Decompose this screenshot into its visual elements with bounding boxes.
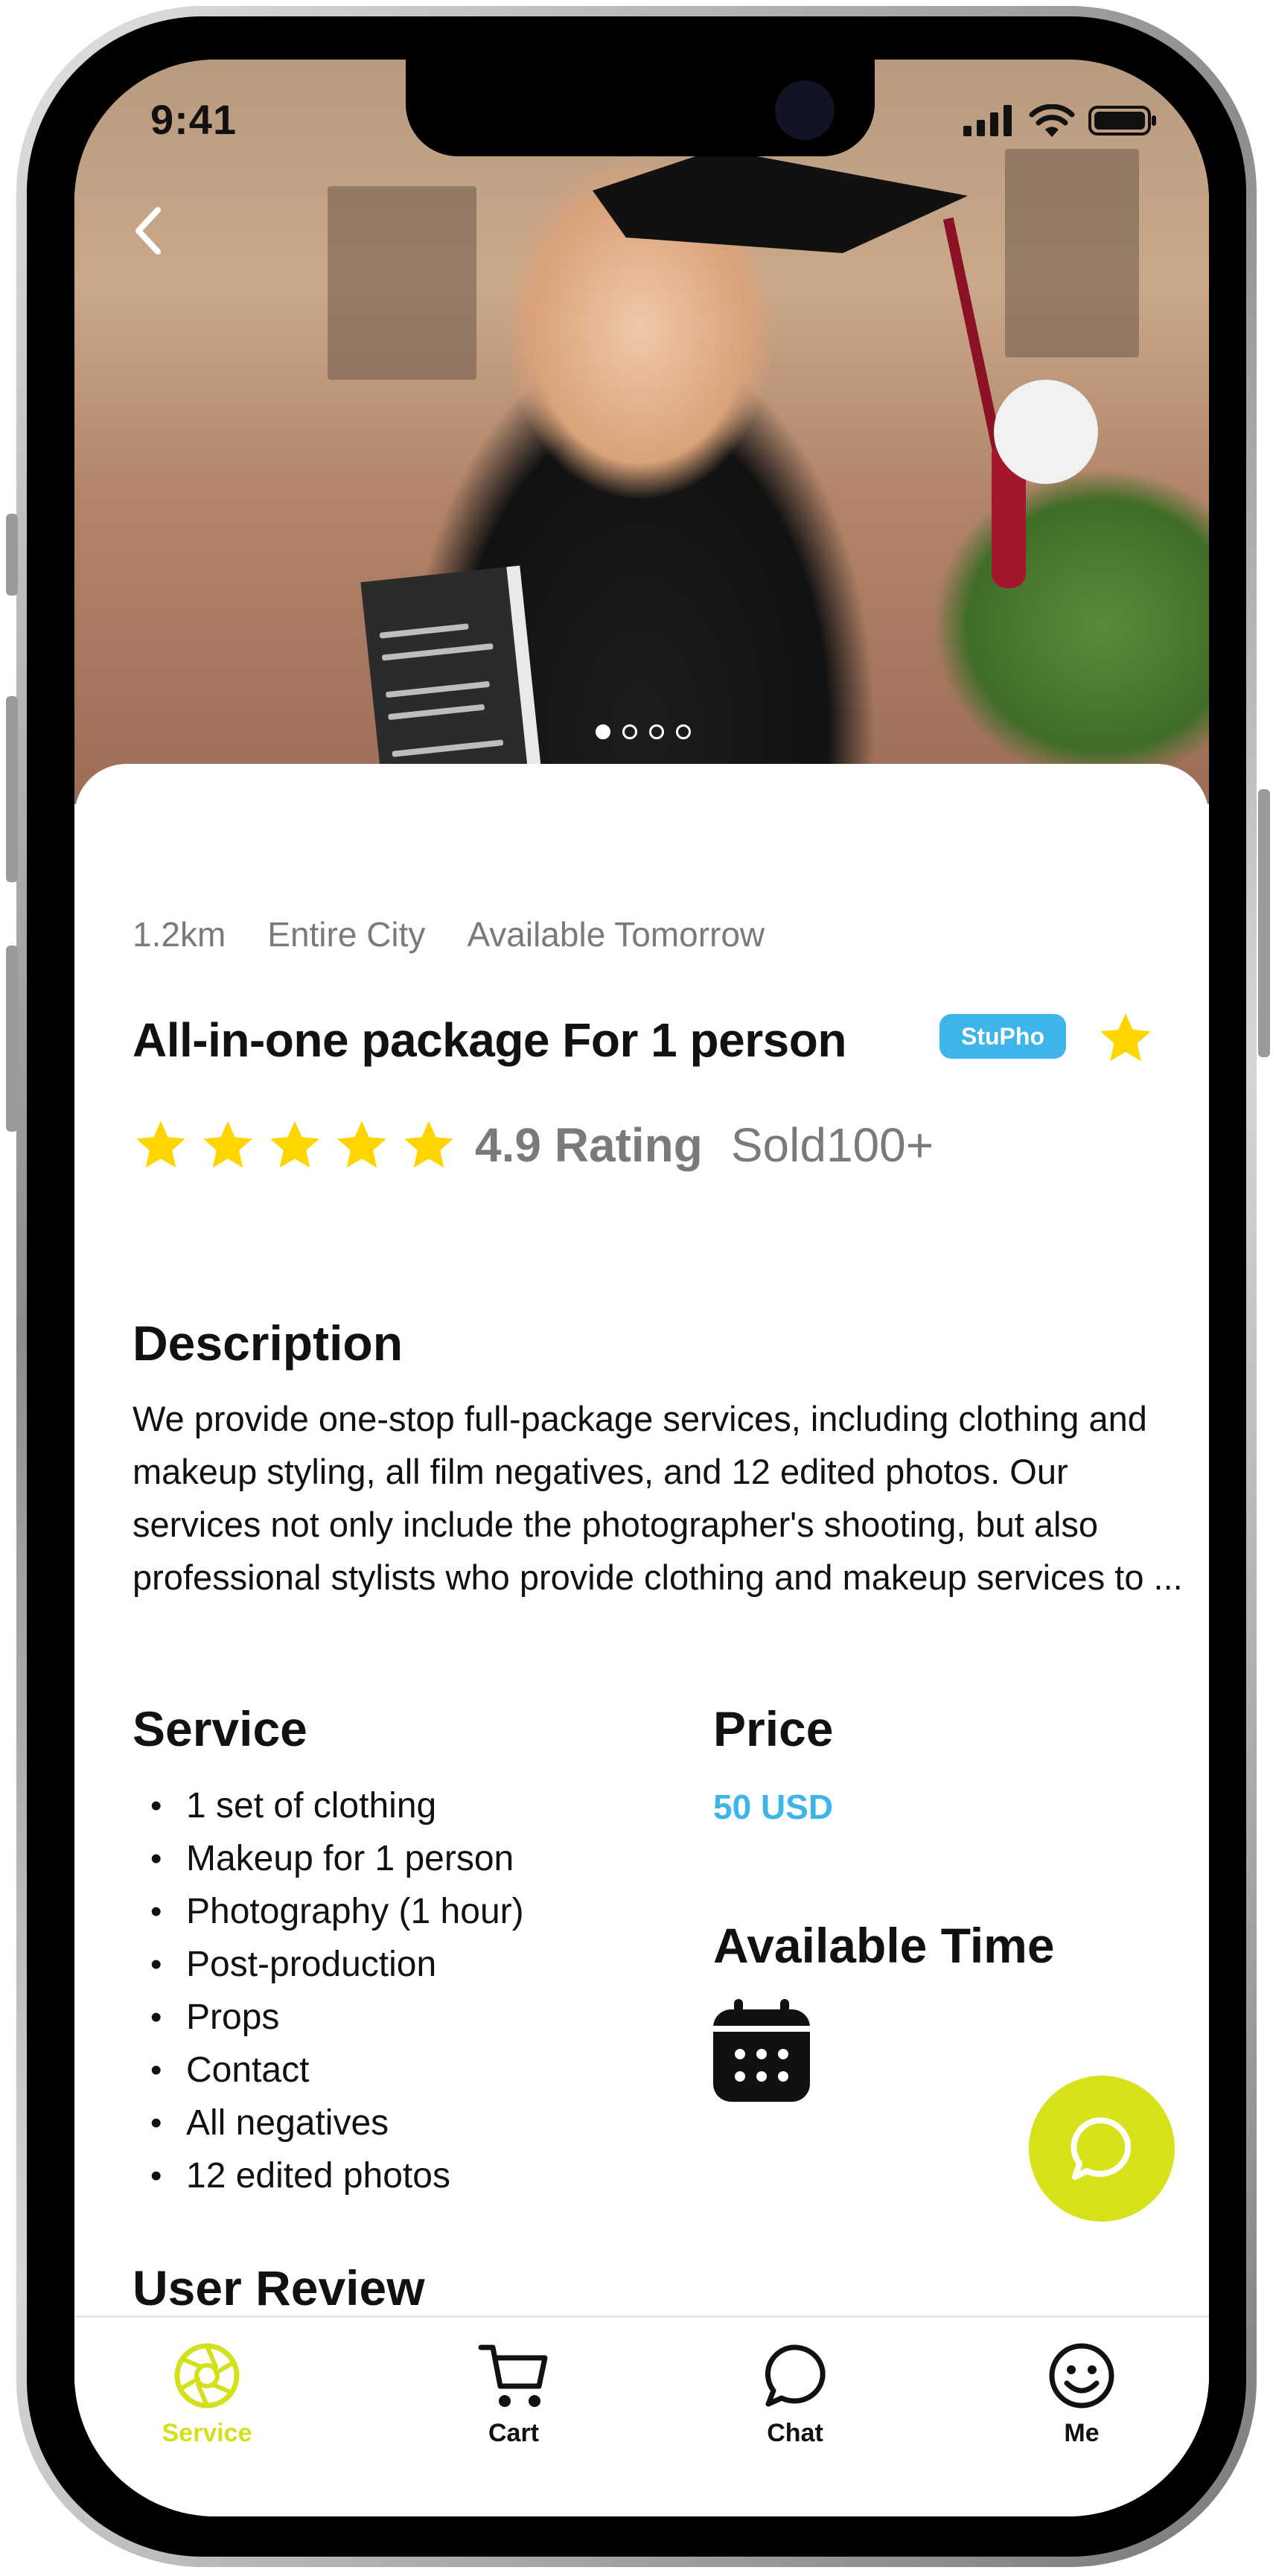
nav-label-cart: Cart — [488, 2419, 540, 2447]
area-label: Entire City — [267, 915, 426, 954]
favorite-star-icon[interactable] — [1097, 1009, 1155, 1067]
cart-icon — [478, 2344, 548, 2407]
bottom-nav: Service Cart Chat Me — [74, 2315, 1209, 2516]
book-text-line — [388, 704, 485, 721]
list-item: 12 edited photos — [150, 2149, 524, 2202]
available-time-heading: Available Time — [713, 1918, 1055, 1973]
book-text-line — [392, 739, 504, 757]
provider-badge[interactable]: StuPho — [939, 1014, 1066, 1059]
building-window — [1005, 149, 1139, 357]
calendar-icon[interactable] — [712, 1999, 811, 2103]
nav-item-chat[interactable]: Chat — [713, 2340, 877, 2448]
building-window — [328, 186, 476, 380]
carousel-dots — [596, 724, 691, 739]
service-meta: 1.2km Entire City Available Tomorrow — [133, 914, 765, 954]
distance-label: 1.2km — [133, 915, 226, 954]
lamp-globe — [994, 380, 1098, 484]
user-review-heading: User Review — [133, 2260, 425, 2315]
nav-label-chat: Chat — [767, 2419, 823, 2447]
cap-tassel — [942, 217, 1004, 453]
book-text-line — [379, 623, 469, 639]
list-item: All negatives — [150, 2097, 524, 2149]
hero-photo[interactable] — [74, 60, 1209, 812]
star-icon — [337, 1120, 386, 1168]
price-value: 50 USD — [713, 1788, 834, 1826]
star-icon — [136, 1120, 185, 1168]
camera-aperture-icon — [174, 2343, 240, 2408]
notch — [406, 60, 875, 156]
service-list: 1 set of clothing Makeup for 1 person Ph… — [150, 1779, 524, 2202]
list-item: 1 set of clothing — [150, 1779, 524, 1832]
availability-label: Available Tomorrow — [467, 915, 765, 954]
star-icon — [203, 1120, 252, 1168]
volume-up-button — [6, 696, 18, 882]
app-screen: 9:41 1.2km Entire City Available Tomorro… — [74, 60, 1209, 2516]
star-icon — [270, 1120, 319, 1168]
chat-bubble-icon — [1071, 2117, 1132, 2180]
price-heading: Price — [713, 1701, 834, 1756]
list-item: Makeup for 1 person — [150, 1832, 524, 1885]
status-time: 9:41 — [150, 96, 237, 143]
status-icons — [963, 104, 1157, 137]
chat-fab-button[interactable] — [1029, 2076, 1175, 2222]
power-button — [1258, 789, 1270, 1057]
nav-item-me[interactable]: Me — [1000, 2340, 1164, 2448]
rating-row: 4.9 Rating Sold100+ — [133, 1117, 934, 1173]
list-item: Post-production — [150, 1938, 524, 1991]
service-title: All-in-one package For 1 person — [133, 1013, 846, 1067]
battery-icon — [1088, 106, 1156, 136]
sold-count: Sold100+ — [730, 1118, 934, 1172]
smiley-icon — [1049, 2343, 1114, 2408]
star-icon — [404, 1120, 453, 1168]
list-item: Props — [150, 1991, 524, 2044]
carousel-dot[interactable] — [622, 724, 637, 739]
volume-down-button — [6, 946, 18, 1132]
back-arrow-icon[interactable] — [127, 201, 171, 261]
graduation-cap — [593, 149, 968, 253]
front-camera — [775, 80, 835, 140]
wifi-icon — [1029, 104, 1075, 137]
description-text: We provide one-stop full-package service… — [133, 1399, 1183, 1597]
carousel-dot[interactable] — [596, 724, 610, 739]
carousel-dot[interactable] — [649, 724, 664, 739]
rating-value: 4.9 Rating — [475, 1118, 703, 1172]
book-text-line — [385, 680, 491, 698]
service-heading: Service — [133, 1701, 307, 1756]
carousel-dot[interactable] — [676, 724, 691, 739]
list-item: Contact — [150, 2044, 524, 2097]
nav-label-service: Service — [162, 2419, 252, 2447]
description-heading: Description — [133, 1316, 403, 1371]
nav-item-cart[interactable]: Cart — [432, 2340, 596, 2448]
mute-switch — [6, 514, 18, 596]
book-text-line — [381, 643, 494, 661]
signal-icon — [963, 105, 1012, 136]
nav-label-me: Me — [1064, 2419, 1100, 2447]
chat-bubble-icon — [765, 2344, 826, 2407]
list-item: Photography (1 hour) — [150, 1885, 524, 1938]
nav-item-service[interactable]: Service — [125, 2340, 289, 2448]
